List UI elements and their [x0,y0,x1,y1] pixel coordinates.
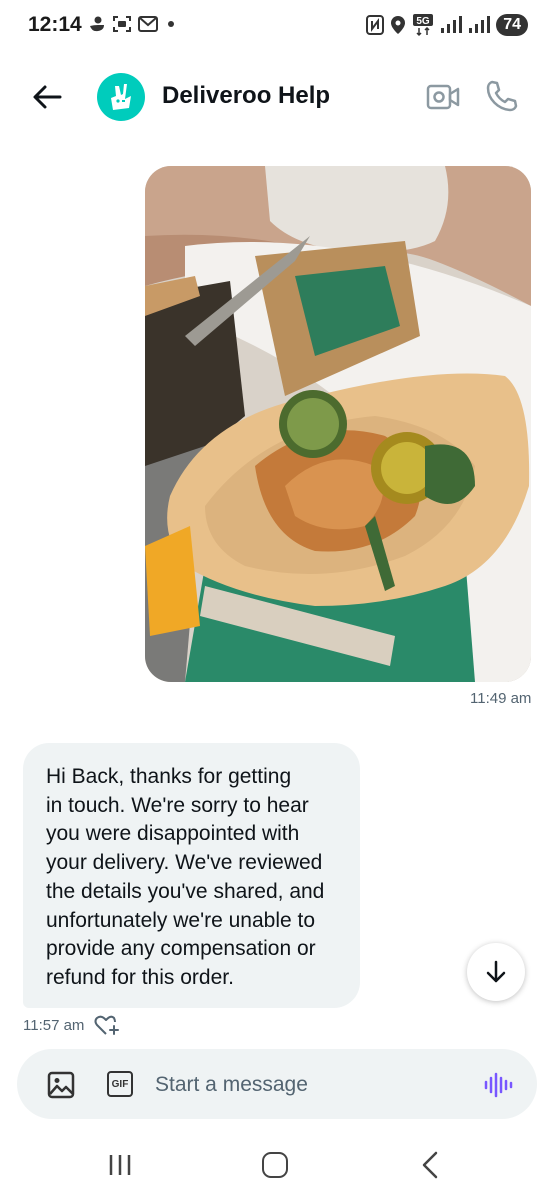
signal-icon [441,16,463,33]
message-input[interactable] [153,1066,457,1104]
image-attach-icon[interactable] [47,1071,75,1099]
recent-apps-icon[interactable] [106,1154,134,1176]
home-button[interactable] [262,1152,288,1178]
page-title: Deliveroo Help [162,82,331,109]
phone-call-icon[interactable] [484,79,518,113]
duck-icon [90,16,104,32]
status-bar: 12:14 5G 74 [0,0,554,52]
gif-button[interactable]: GIF [107,1071,133,1097]
avatar[interactable] [97,73,145,121]
status-time: 12:14 [28,13,82,36]
system-navigation-bar [0,1136,554,1200]
nfc-icon [366,15,385,35]
scroll-to-bottom-button[interactable] [467,943,525,1001]
dot-icon [168,21,174,27]
signal-icon [469,16,491,33]
back-arrow-icon[interactable] [30,80,64,114]
mail-icon [138,16,158,32]
screenshot-icon [113,16,131,32]
voice-message-icon[interactable] [483,1071,513,1099]
battery-icon: 74 [496,14,528,36]
message-text: Hi Back, thanks for getting in touch. We… [46,765,325,989]
sent-food-photo[interactable] [145,166,531,682]
received-message-bubble[interactable]: Hi Back, thanks for getting in touch. We… [23,743,360,1008]
message-composer: GIF [17,1049,537,1119]
conversation-header: Deliveroo Help [0,62,554,132]
deliveroo-logo-icon [111,84,131,110]
food-photo-image [145,166,531,682]
message-timestamp: 11:57 am [23,1017,85,1034]
add-reaction-icon[interactable] [94,1013,120,1037]
arrow-down-icon [486,960,506,983]
message-timestamp: 11:49 am [470,690,532,707]
video-call-icon[interactable] [426,82,460,112]
location-icon [391,16,406,34]
5g-icon: 5G [413,14,434,37]
nav-back-icon[interactable] [418,1151,442,1179]
svg-text:5G: 5G [417,16,431,27]
